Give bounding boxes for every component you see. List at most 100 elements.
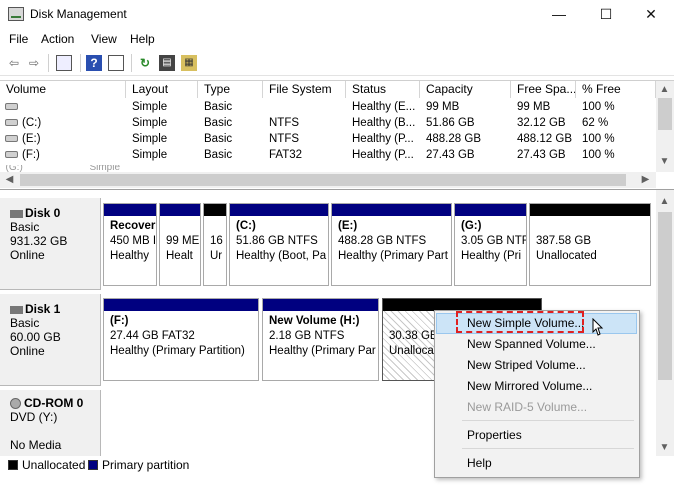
partition-size: 450 MB I xyxy=(110,235,157,247)
table-cell[interactable]: 99 MB xyxy=(426,99,509,115)
menu-item-new-spanned-volume[interactable]: New Spanned Volume... xyxy=(467,337,596,351)
disk-1-label[interactable]: Disk 1 Basic 60.00 GB Online xyxy=(0,294,101,386)
partition-efi[interactable]: 99 ME Healt xyxy=(159,203,201,286)
scroll-down-icon[interactable]: ▼ xyxy=(656,439,673,456)
disk-status: No Media xyxy=(10,438,62,452)
disk-management-icon xyxy=(8,7,24,21)
partition-c[interactable]: (C:) 51.86 GB NTFS Healthy (Boot, Pa xyxy=(229,203,329,286)
partition-g[interactable]: (G:) 3.05 GB NTF Healthy (Pri xyxy=(454,203,527,286)
table-cell[interactable]: FAT32 xyxy=(269,147,344,163)
table-cell[interactable]: (E:) xyxy=(22,131,126,147)
table-cell[interactable] xyxy=(22,99,126,115)
console-tree-icon[interactable] xyxy=(56,55,72,71)
scroll-up-icon[interactable]: ▲ xyxy=(656,193,673,210)
table-cell[interactable]: Simple xyxy=(132,115,196,131)
partition-reserved[interactable]: 16 Ur xyxy=(203,203,227,286)
table-cell[interactable]: Basic xyxy=(204,131,261,147)
disk-name: CD-ROM 0 xyxy=(24,396,84,410)
table-cell[interactable]: Basic xyxy=(204,147,261,163)
disk-size: 931.32 GB xyxy=(10,234,68,248)
table-cell[interactable]: 100 % xyxy=(582,147,654,163)
menu-item-properties[interactable]: Properties xyxy=(467,428,522,442)
column-header-file-system[interactable]: File System xyxy=(263,81,346,98)
refresh-icon[interactable]: ↻ xyxy=(137,55,153,71)
disk-0-label[interactable]: Disk 0 Basic 931.32 GB Online xyxy=(0,198,101,290)
table-cell[interactable]: 488.28 GB xyxy=(426,131,509,147)
mouse-cursor-icon xyxy=(592,317,604,336)
menu-action[interactable]: Action xyxy=(41,32,74,46)
menu-help[interactable]: Help xyxy=(130,32,155,46)
table-cell[interactable] xyxy=(269,99,344,115)
menu-item-new-simple-volume[interactable]: New Simple Volume... xyxy=(467,316,584,330)
partition-recovery[interactable]: Recover 450 MB I Healthy xyxy=(103,203,157,286)
partition-bar xyxy=(332,204,451,216)
disk-size xyxy=(0,424,100,438)
disk-name: Disk 0 xyxy=(25,206,61,220)
scrollbar-thumb[interactable] xyxy=(658,98,672,130)
toolbar-separator xyxy=(131,54,132,72)
menu-item-help[interactable]: Help xyxy=(467,456,492,470)
table-cell[interactable]: 62 % xyxy=(582,115,654,131)
table-cell[interactable]: Healthy (P... xyxy=(352,131,418,147)
table-cell[interactable]: 27.43 GB xyxy=(517,147,574,163)
table-cell[interactable]: 100 % xyxy=(582,99,654,115)
column-header-volume[interactable]: Volume xyxy=(0,81,126,98)
scroll-right-icon[interactable]: ▶ xyxy=(637,171,654,188)
table-cell[interactable]: Healthy (P... xyxy=(352,147,418,163)
table-cell[interactable]: 488.12 GB xyxy=(517,131,574,147)
column-header-capacity[interactable]: Capacity xyxy=(420,81,511,98)
cdrom-0-label[interactable]: CD-ROM 0 DVD (Y:) No Media xyxy=(0,390,101,456)
table-cell[interactable]: Simple xyxy=(132,99,196,115)
table-cell[interactable]: Healthy (B... xyxy=(352,115,418,131)
help-icon[interactable]: ? xyxy=(86,55,102,71)
scroll-up-icon[interactable]: ▲ xyxy=(656,81,673,98)
partition-e[interactable]: (E:) 488.28 GB NTFS Healthy (Primary Par… xyxy=(331,203,452,286)
close-button[interactable]: ✕ xyxy=(628,0,674,29)
menu-view[interactable]: View xyxy=(91,32,117,46)
partition-size: 387.58 GB xyxy=(536,235,591,247)
forward-arrow-icon[interactable]: ⇨ xyxy=(26,55,42,71)
unallocated-swatch xyxy=(8,460,18,470)
scrollbar-thumb[interactable] xyxy=(658,212,672,380)
table-cell[interactable]: Basic xyxy=(204,99,261,115)
properties-icon[interactable] xyxy=(108,55,124,71)
column-header-free-space[interactable]: Free Spa... xyxy=(511,81,576,98)
toolbar-separator xyxy=(48,54,49,72)
column-header-type[interactable]: Type xyxy=(198,81,263,98)
column-header-percent-free[interactable]: % Free xyxy=(576,81,656,98)
partition-size: 27.44 GB FAT32 xyxy=(110,330,195,342)
column-header-layout[interactable]: Layout xyxy=(126,81,198,98)
menu-file[interactable]: File xyxy=(9,32,28,46)
table-cell[interactable]: 32.12 GB xyxy=(517,115,574,131)
minimize-button[interactable]: — xyxy=(536,0,582,29)
menu-item-new-mirrored-volume[interactable]: New Mirrored Volume... xyxy=(467,379,592,393)
column-header-status[interactable]: Status xyxy=(346,81,420,98)
table-cell[interactable]: Simple xyxy=(132,147,196,163)
scroll-down-icon[interactable]: ▼ xyxy=(656,153,673,170)
table-cell[interactable]: NTFS xyxy=(269,115,344,131)
scroll-left-icon[interactable]: ◀ xyxy=(1,171,18,188)
table-cell[interactable]: (C:) xyxy=(22,115,126,131)
disk-type: DVD (Y:) xyxy=(10,410,58,424)
table-cell[interactable]: 51.86 GB xyxy=(426,115,509,131)
settings-icon[interactable]: ▦ xyxy=(181,55,197,71)
partition-status: Healt xyxy=(166,250,193,262)
table-cell[interactable]: NTFS xyxy=(269,131,344,147)
back-arrow-icon[interactable]: ⇦ xyxy=(6,55,22,71)
table-cell[interactable]: Simple xyxy=(132,131,196,147)
partition-status: Healthy (Pri xyxy=(461,250,522,262)
horizontal-scrollbar-thumb[interactable] xyxy=(20,174,626,186)
maximize-button[interactable]: ☐ xyxy=(583,0,629,29)
table-cell[interactable]: Basic xyxy=(204,115,261,131)
table-cell[interactable]: 100 % xyxy=(582,131,654,147)
menu-separator xyxy=(462,448,634,449)
disk-properties-icon[interactable]: ▤ xyxy=(159,55,175,71)
table-cell[interactable]: 99 MB xyxy=(517,99,574,115)
partition-f[interactable]: (F:) 27.44 GB FAT32 Healthy (Primary Par… xyxy=(103,298,259,381)
table-cell[interactable]: 27.43 GB xyxy=(426,147,509,163)
partition-h[interactable]: New Volume (H:) 2.18 GB NTFS Healthy (Pr… xyxy=(262,298,379,381)
table-cell[interactable]: (F:) xyxy=(22,147,126,163)
partition-disk0-unallocated[interactable]: 387.58 GB Unallocated xyxy=(529,203,651,286)
table-cell[interactable]: Healthy (E... xyxy=(352,99,418,115)
menu-item-new-striped-volume[interactable]: New Striped Volume... xyxy=(467,358,586,372)
